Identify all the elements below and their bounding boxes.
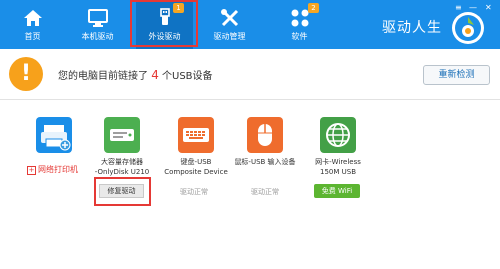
nav-software[interactable]: 软件 2 <box>271 0 328 49</box>
mouse-icon <box>247 117 283 153</box>
status-message: 您的电脑目前链接了 4 个USB设备 <box>58 67 213 82</box>
apps-icon <box>291 9 308 27</box>
minimize-button[interactable]: — <box>469 3 477 12</box>
driver-status: 驱动正常 <box>251 188 279 196</box>
free-wifi-button[interactable]: 免费 WiFi <box>314 184 360 198</box>
device-keyboard[interactable]: 键盘-USB Composite Device <box>156 117 236 177</box>
device-name: 网卡-Wireless <box>315 158 361 166</box>
highlight-box <box>94 177 151 206</box>
warning-icon: ! <box>9 57 43 91</box>
status-suffix: 个USB设备 <box>162 71 213 82</box>
nav-badge: 2 <box>308 3 319 13</box>
nav-local-driver[interactable]: 本机驱动 <box>69 0 126 49</box>
keyboard-icon <box>178 117 214 153</box>
device-name: 150M USB <box>320 168 356 176</box>
highlight-box <box>130 0 198 47</box>
nav-driver-manage[interactable]: 驱动管理 <box>201 0 258 49</box>
top-nav-bar: 首页 本机驱动 外设驱动 1 驱动管理 软件 2 驱动人生 ≡ — ✕ <box>0 0 500 49</box>
printer-icon <box>36 117 72 153</box>
device-name: 键盘-USB <box>180 158 212 166</box>
disk-icon <box>104 117 140 153</box>
usb-count: 4 <box>151 68 159 82</box>
nav-driver-manage-label: 驱动管理 <box>213 32 246 41</box>
tools-icon <box>220 9 238 27</box>
plus-icon: + <box>27 166 36 175</box>
nav-home-label: 首页 <box>24 32 41 41</box>
device-name: -OnlyDisk U210 <box>94 168 150 176</box>
monitor-icon <box>87 9 108 27</box>
rescan-button[interactable]: 重新检测 <box>423 65 490 85</box>
device-mouse[interactable]: 鼠标-USB 输入设备 <box>225 117 305 167</box>
device-name: 鼠标-USB 输入设备 <box>234 158 296 166</box>
driver-status: 驱动正常 <box>180 188 208 196</box>
device-mass-storage[interactable]: 大容量存储器 -OnlyDisk U210 <box>82 117 162 177</box>
add-network-printer-label: 网络打印机 <box>38 165 78 174</box>
add-network-printer[interactable]: + 网络打印机 <box>27 164 78 175</box>
nav-home[interactable]: 首页 <box>4 0 61 49</box>
device-name: Composite Device <box>164 168 228 176</box>
logo <box>452 12 484 44</box>
status-prefix: 您的电脑目前链接了 <box>58 71 148 82</box>
close-button[interactable]: ✕ <box>485 3 492 12</box>
nav-software-label: 软件 <box>291 32 308 41</box>
home-icon <box>23 10 42 26</box>
logo-icon <box>455 15 481 41</box>
globe-icon <box>320 117 356 153</box>
menu-button[interactable]: ≡ <box>455 3 462 12</box>
nav-local-driver-label: 本机驱动 <box>81 32 114 41</box>
device-name: 大容量存储器 <box>101 158 143 166</box>
status-row: ! 您的电脑目前链接了 4 个USB设备 重新检测 <box>0 49 500 100</box>
device-wireless[interactable]: 网卡-Wireless 150M USB <box>298 117 378 177</box>
brand-title: 驱动人生 <box>382 20 442 36</box>
